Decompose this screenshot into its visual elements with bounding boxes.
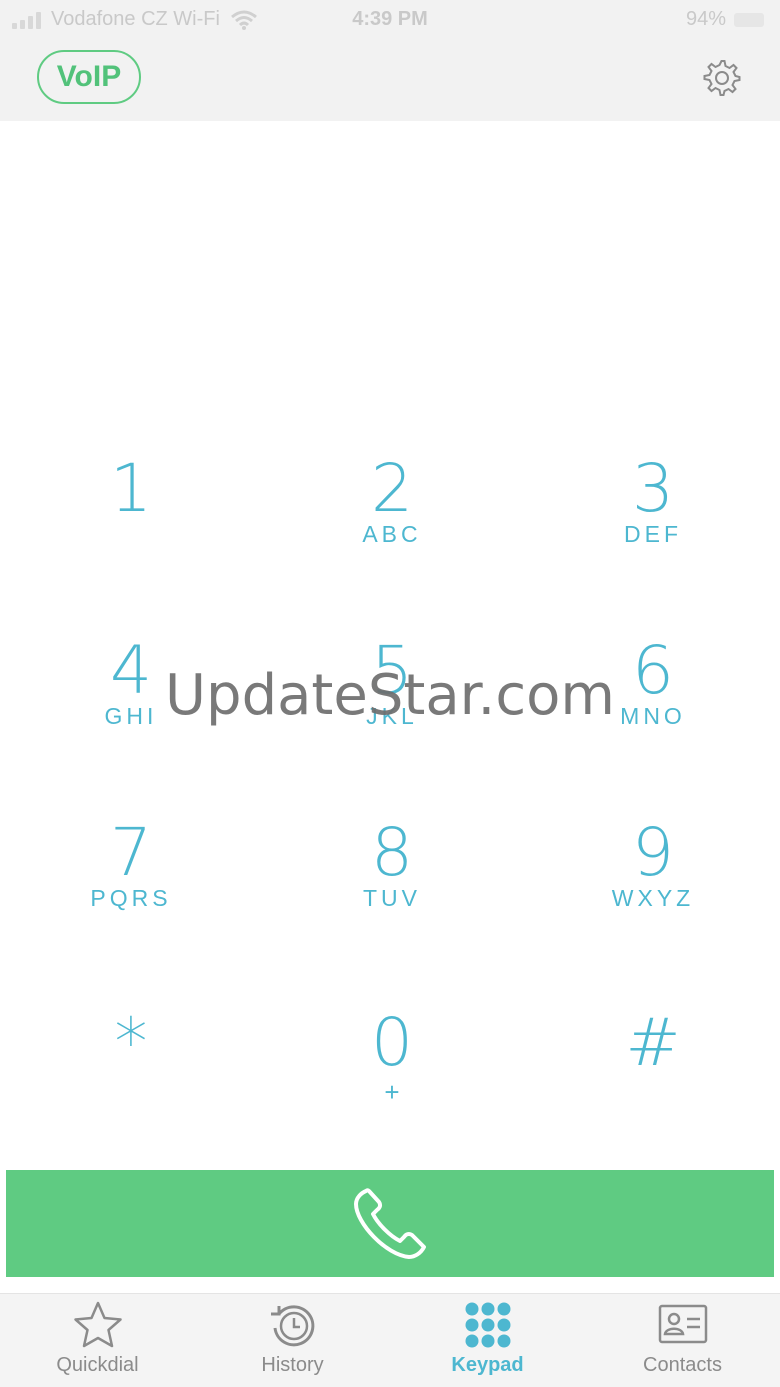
key-letters: PQRS (90, 885, 172, 911)
tab-quickdial[interactable]: Quickdial (0, 1300, 195, 1386)
key-hash[interactable]: # (553, 1007, 753, 1157)
battery-icon (734, 12, 764, 27)
battery-percent: 94% (685, 8, 726, 30)
voip-badge[interactable]: VoIP (37, 50, 141, 104)
keypad-icon (465, 1302, 510, 1348)
key-digit: 9 (632, 814, 674, 891)
key-digit: # (625, 1004, 681, 1081)
key-0[interactable]: 0 + (292, 1007, 492, 1157)
settings-button[interactable] (702, 58, 742, 98)
key-digit: 2 (371, 450, 413, 527)
key-9[interactable]: 9 WXYZ (553, 817, 753, 967)
key-letters: DEF (624, 521, 682, 547)
key-3[interactable]: 3 DEF (553, 453, 753, 603)
phone-icon (354, 1187, 426, 1259)
tab-bar: Quickdial History Keypad Contacts (0, 1293, 780, 1387)
key-2[interactable]: 2 ABC (292, 453, 492, 603)
tab-history[interactable]: History (195, 1300, 390, 1386)
key-digit: 1 (110, 450, 152, 527)
key-letters: ABC (362, 521, 422, 547)
tab-contacts[interactable]: Contacts (585, 1300, 780, 1386)
contact-card-icon (658, 1304, 707, 1344)
star-icon (73, 1301, 122, 1348)
call-button[interactable] (6, 1170, 774, 1277)
tab-label: Contacts (643, 1354, 722, 1376)
key-8[interactable]: 8 TUV (292, 817, 492, 967)
key-1[interactable]: 1 (31, 453, 231, 603)
watermark: UpdateStar.com (165, 663, 615, 728)
app-header: VoIP (0, 40, 780, 121)
tab-label: History (261, 1354, 324, 1376)
key-digit: 7 (110, 814, 152, 891)
tab-label: Keypad (451, 1354, 524, 1376)
dial-keypad: 1 2 ABC 3 DEF 4 GHI 5 JKL 6 MNO 7 PQRS 8… (0, 121, 780, 1170)
key-letters: TUV (363, 885, 421, 911)
status-time: 4:39 PM (352, 8, 428, 30)
key-digit: 8 (371, 814, 413, 891)
gear-icon (703, 60, 741, 96)
key-digit: 0 (371, 1004, 413, 1081)
dialer-screen: Vodafone CZ Wi-Fi 4:39 PM 94% VoIP 1 2 A… (0, 0, 780, 1387)
tab-keypad[interactable]: Keypad (390, 1300, 585, 1386)
status-right: 94% (686, 8, 764, 31)
key-plus: + (384, 1077, 400, 1107)
key-star[interactable]: * (31, 1007, 231, 1157)
key-digit: * (114, 1004, 148, 1081)
key-7[interactable]: 7 PQRS (31, 817, 231, 967)
key-digit: 3 (632, 450, 674, 527)
history-icon (270, 1305, 314, 1347)
status-bar: Vodafone CZ Wi-Fi 4:39 PM 94% (0, 0, 780, 40)
key-letters: WXYZ (611, 885, 695, 911)
tab-label: Quickdial (56, 1354, 139, 1376)
